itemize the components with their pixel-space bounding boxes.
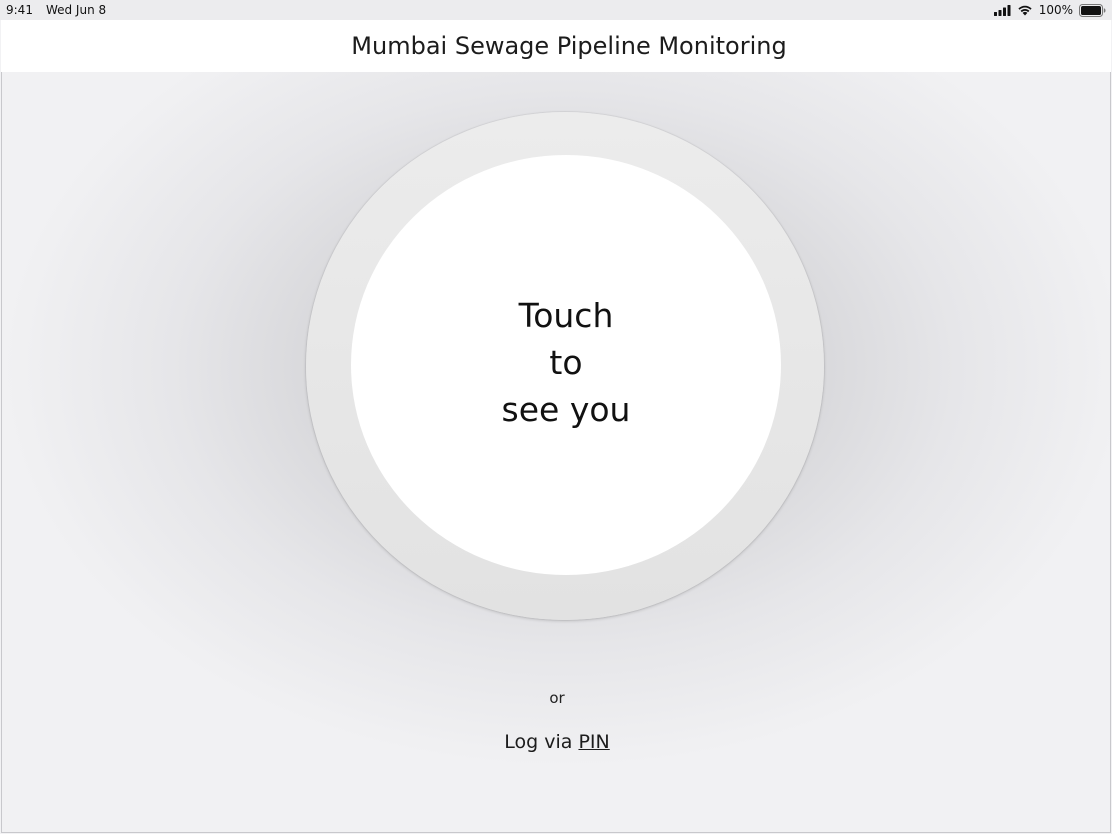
pin-login-prefix: Log via [504, 731, 579, 753]
page-title: Mumbai Sewage Pipeline Monitoring [351, 32, 787, 60]
or-separator: or [549, 689, 565, 707]
status-bar: 9:41 Wed Jun 8 100% [0, 0, 1112, 20]
status-date: Wed Jun 8 [45, 3, 107, 17]
touch-ring: Touch to see you [306, 112, 824, 620]
app-header: Mumbai Sewage Pipeline Monitoring [1, 20, 1111, 72]
touch-login-button[interactable]: Touch to see you [351, 155, 781, 575]
cellular-signal-icon [993, 4, 1011, 16]
touch-label-line-1: Touch [518, 296, 614, 335]
status-left: 9:41 Wed Jun 8 [6, 3, 106, 17]
battery-percent: 100% [1038, 3, 1073, 17]
battery-icon [1079, 3, 1106, 17]
touch-label-line-2: to [549, 343, 583, 382]
main-area: Touch to see you or Log via PIN [1, 72, 1111, 833]
status-time: 9:41 [6, 3, 33, 17]
status-right: 100% [993, 3, 1106, 17]
login-screen: 9:41 Wed Jun 8 100% Mumbai Sewage Pipeli… [0, 0, 1112, 834]
pin-login-line: Log via PIN [2, 731, 1112, 753]
touch-label-line-3: see you [501, 390, 631, 429]
pin-login-link[interactable]: PIN [578, 731, 609, 753]
touch-label: Touch to see you [351, 292, 781, 433]
wifi-icon [1017, 4, 1033, 16]
